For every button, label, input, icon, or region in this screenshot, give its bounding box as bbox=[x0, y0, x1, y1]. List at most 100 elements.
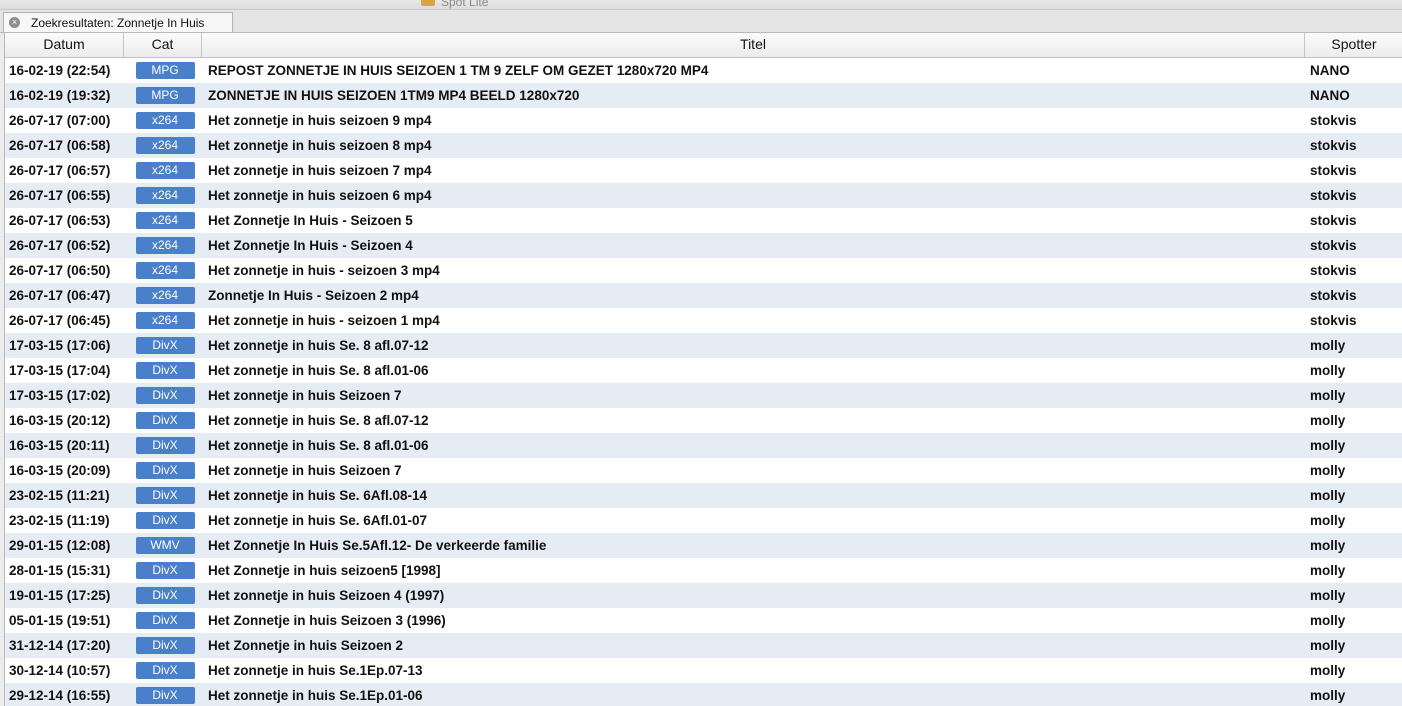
cell-titel: Het zonnetje in huis Se. 6Afl.01-07 bbox=[208, 513, 428, 528]
cell-cat: DivX bbox=[124, 687, 202, 704]
app-window: Spot Lite × Zoekresultaten: Zonnetje In … bbox=[0, 0, 1402, 706]
table-body: 16-02-19 (22:54) MPG REPOST ZONNETJE IN HU… bbox=[5, 58, 1402, 706]
column-header-titel[interactable]: Titel bbox=[202, 33, 1305, 57]
category-badge: DivX bbox=[135, 512, 195, 529]
cell-titel: Het zonnetje in huis seizoen 7 mp4 bbox=[208, 163, 432, 178]
table-row[interactable]: 16-03-15 (20:09) DivX Het zonnetje in huis… bbox=[5, 458, 1402, 483]
category-badge: MPG bbox=[135, 87, 195, 104]
cell-titel: Het Zonnetje in huis Seizoen 2 bbox=[208, 638, 404, 653]
table-row[interactable]: 16-02-19 (19:32) MPG ZONNETJE IN HUIS SEIZ… bbox=[5, 83, 1402, 108]
cell-datum: 26-07-17 (06:52) bbox=[9, 238, 111, 253]
cell-cat: x264 bbox=[124, 212, 202, 229]
cell-spotter: stokvis bbox=[1310, 113, 1357, 128]
cell-spotter: stokvis bbox=[1310, 288, 1357, 303]
table-row[interactable]: 31-12-14 (17:20) DivX Het Zonnetje in huis… bbox=[5, 633, 1402, 658]
table-row[interactable]: 29-01-15 (12:08) WMV Het Zonnetje In Huis … bbox=[5, 533, 1402, 558]
cell-datum: 26-07-17 (07:00) bbox=[9, 113, 111, 128]
table-row[interactable]: 26-07-17 (06:52) x264 Het Zonnetje In Huis… bbox=[5, 233, 1402, 258]
column-header-datum[interactable]: Datum bbox=[5, 33, 124, 57]
table-row[interactable]: 29-12-14 (16:55) DivX Het zonnetje in huis… bbox=[5, 683, 1402, 706]
cell-spotter: molly bbox=[1310, 413, 1346, 428]
table-row[interactable]: 26-07-17 (06:58) x264 Het zonnetje in huis… bbox=[5, 133, 1402, 158]
cell-titel: Het Zonnetje In Huis - Seizoen 4 bbox=[208, 238, 413, 253]
cell-titel: Het zonnetje in huis Seizoen 4 (1997) bbox=[208, 588, 445, 603]
cell-spotter: molly bbox=[1310, 538, 1346, 553]
cell-datum: 26-07-17 (06:47) bbox=[9, 288, 111, 303]
category-badge: WMV bbox=[135, 537, 195, 554]
cell-cat: DivX bbox=[124, 662, 202, 679]
cell-spotter: molly bbox=[1310, 463, 1346, 478]
cell-titel: Het zonnetje in huis seizoen 6 mp4 bbox=[208, 188, 432, 203]
cell-spotter: molly bbox=[1310, 363, 1346, 378]
cell-cat: DivX bbox=[124, 462, 202, 479]
table-row[interactable]: 16-03-15 (20:11) DivX Het zonnetje in huis… bbox=[5, 433, 1402, 458]
table-row[interactable]: 26-07-17 (06:53) x264 Het Zonnetje In Huis… bbox=[5, 208, 1402, 233]
cell-spotter: stokvis bbox=[1310, 238, 1357, 253]
cell-datum: 23-02-15 (11:19) bbox=[9, 513, 110, 528]
cell-spotter: molly bbox=[1310, 513, 1346, 528]
table-row[interactable]: 26-07-17 (06:47) x264 Zonnetje In Huis - S… bbox=[5, 283, 1402, 308]
close-icon[interactable]: × bbox=[9, 17, 20, 28]
table-row[interactable]: 19-01-15 (17:25) DivX Het zonnetje in huis… bbox=[5, 583, 1402, 608]
table-row[interactable]: 17-03-15 (17:02) DivX Het zonnetje in huis… bbox=[5, 383, 1402, 408]
cell-titel: Het zonnetje in huis Se. 8 afl.01-06 bbox=[208, 363, 429, 378]
cell-cat: DivX bbox=[124, 437, 202, 454]
table-row[interactable]: 16-03-15 (20:12) DivX Het zonnetje in huis… bbox=[5, 408, 1402, 433]
cell-spotter: stokvis bbox=[1310, 188, 1357, 203]
cell-cat: DivX bbox=[124, 562, 202, 579]
cell-datum: 26-07-17 (06:57) bbox=[9, 163, 111, 178]
cell-datum: 16-03-15 (20:09) bbox=[9, 463, 111, 478]
table-row[interactable]: 23-02-15 (11:19) DivX Het zonnetje in huis… bbox=[5, 508, 1402, 533]
category-badge: DivX bbox=[135, 612, 195, 629]
window-titlebar: Spot Lite bbox=[0, 0, 1402, 10]
table-header: Datum Cat Titel Spotter bbox=[5, 33, 1402, 58]
table-row[interactable]: 26-07-17 (06:55) x264 Het zonnetje in huis… bbox=[5, 183, 1402, 208]
table-row[interactable]: 26-07-17 (06:57) x264 Het zonnetje in huis… bbox=[5, 158, 1402, 183]
results-table[interactable]: Datum Cat Titel Spotter 16-02-19 (22:54)… bbox=[4, 33, 1402, 706]
cell-spotter: molly bbox=[1310, 388, 1346, 403]
cell-datum: 26-07-17 (06:45) bbox=[9, 313, 111, 328]
cell-datum: 29-01-15 (12:08) bbox=[9, 538, 111, 553]
cell-datum: 17-03-15 (17:04) bbox=[9, 363, 111, 378]
category-badge: DivX bbox=[135, 412, 195, 429]
cell-datum: 17-03-15 (17:02) bbox=[9, 388, 111, 403]
category-badge: DivX bbox=[135, 437, 195, 454]
app-icon bbox=[421, 0, 435, 6]
table-row[interactable]: 26-07-17 (06:45) x264 Het zonnetje in huis… bbox=[5, 308, 1402, 333]
table-row[interactable]: 23-02-15 (11:21) DivX Het zonnetje in huis… bbox=[5, 483, 1402, 508]
table-row[interactable]: 17-03-15 (17:04) DivX Het zonnetje in huis… bbox=[5, 358, 1402, 383]
column-header-cat[interactable]: Cat bbox=[124, 33, 202, 57]
cell-spotter: molly bbox=[1310, 638, 1346, 653]
table-row[interactable]: 26-07-17 (06:50) x264 Het zonnetje in huis… bbox=[5, 258, 1402, 283]
cell-datum: 26-07-17 (06:50) bbox=[9, 263, 111, 278]
table-row[interactable]: 28-01-15 (15:31) DivX Het Zonnetje in huis… bbox=[5, 558, 1402, 583]
table-row[interactable]: 26-07-17 (07:00) x264 Het zonnetje in huis… bbox=[5, 108, 1402, 133]
category-badge: DivX bbox=[135, 687, 195, 704]
category-badge: DivX bbox=[135, 637, 195, 654]
cell-datum: 17-03-15 (17:06) bbox=[9, 338, 111, 353]
category-badge: DivX bbox=[135, 462, 195, 479]
table-row[interactable]: 05-01-15 (19:51) DivX Het Zonnetje in huis… bbox=[5, 608, 1402, 633]
cell-spotter: molly bbox=[1310, 438, 1346, 453]
cell-titel: Het Zonnetje In Huis Se.5Afl.12- De verk… bbox=[208, 538, 547, 553]
category-badge: x264 bbox=[135, 287, 195, 304]
cell-titel: Het zonnetje in huis Se.1Ep.01-06 bbox=[208, 688, 423, 703]
cell-datum: 16-02-19 (22:54) bbox=[9, 63, 111, 78]
cell-spotter: stokvis bbox=[1310, 213, 1357, 228]
cell-datum: 26-07-17 (06:58) bbox=[9, 138, 111, 153]
cell-spotter: stokvis bbox=[1310, 138, 1357, 153]
cell-cat: x264 bbox=[124, 312, 202, 329]
category-badge: x264 bbox=[135, 312, 195, 329]
tab-search-results[interactable]: × Zoekresultaten: Zonnetje In Huis bbox=[3, 12, 233, 32]
column-header-spotter[interactable]: Spotter bbox=[1305, 33, 1402, 57]
cell-datum: 26-07-17 (06:53) bbox=[9, 213, 111, 228]
cell-cat: DivX bbox=[124, 487, 202, 504]
cell-titel: Zonnetje In Huis - Seizoen 2 mp4 bbox=[208, 288, 419, 303]
category-badge: x264 bbox=[135, 112, 195, 129]
table-row[interactable]: 17-03-15 (17:06) DivX Het zonnetje in huis… bbox=[5, 333, 1402, 358]
table-row[interactable]: 16-02-19 (22:54) MPG REPOST ZONNETJE IN HU… bbox=[5, 58, 1402, 83]
table-row[interactable]: 30-12-14 (10:57) DivX Het zonnetje in huis… bbox=[5, 658, 1402, 683]
cell-cat: DivX bbox=[124, 387, 202, 404]
category-badge: x264 bbox=[135, 162, 195, 179]
cell-datum: 16-02-19 (19:32) bbox=[9, 88, 111, 103]
